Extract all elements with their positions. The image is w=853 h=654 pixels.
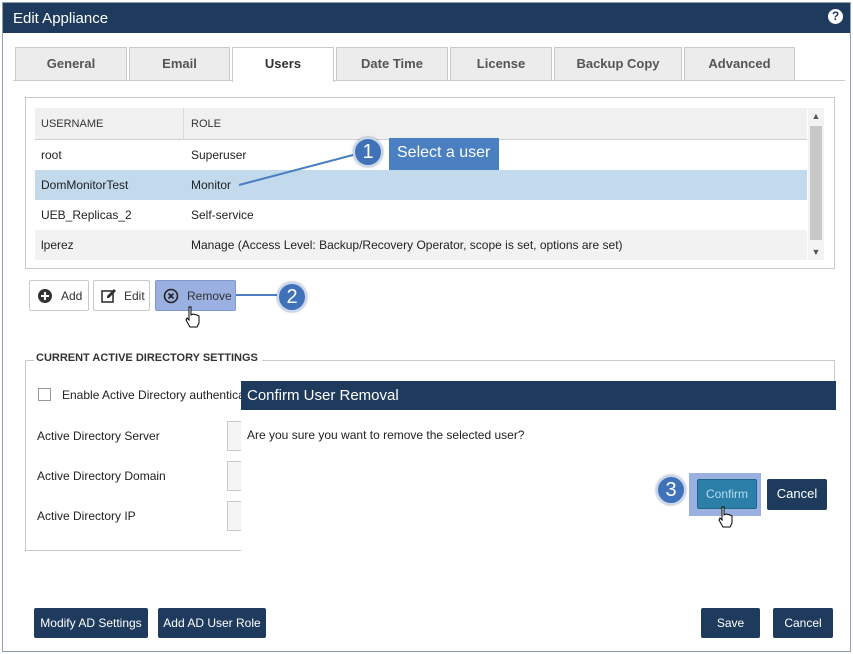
enable-ad-label: Enable Active Directory authentica [62, 388, 245, 402]
table-row-selected[interactable]: DomMonitorTest Monitor [35, 170, 807, 200]
remove-circle-icon [163, 288, 179, 304]
add-button-label: Add [61, 289, 83, 303]
callout-1-badge: 1 [353, 137, 383, 167]
tab-users[interactable]: Users [232, 47, 334, 82]
tab-date-time[interactable]: Date Time [336, 47, 448, 80]
edit-button[interactable]: Edit [93, 280, 150, 311]
dialog-message: Are you sure you want to remove the sele… [247, 428, 525, 442]
hand-cursor-icon [718, 506, 733, 528]
window-title: Edit Appliance [13, 10, 109, 27]
add-ad-user-role-button[interactable]: Add AD User Role [158, 608, 266, 638]
cell-role: Superuser [191, 148, 247, 162]
tab-advanced[interactable]: Advanced [684, 47, 795, 80]
scroll-up-icon[interactable]: ▲ [808, 108, 824, 124]
edit-button-label: Edit [124, 289, 145, 303]
ad-domain-label: Active Directory Domain [37, 469, 166, 483]
callout-1-label: Select a user [389, 138, 499, 170]
enable-ad-checkbox[interactable] [38, 388, 51, 401]
tab-general[interactable]: General [15, 47, 127, 80]
tab-strip: General Email Users Date Time License Ba… [13, 47, 845, 82]
cell-username: root [41, 148, 62, 162]
cell-role: Monitor [191, 178, 232, 192]
column-header-username[interactable]: USERNAME [41, 118, 103, 130]
callout-3-badge: 3 [656, 475, 686, 505]
cell-username: UEB_Replicas_2 [41, 208, 132, 222]
table-row[interactable]: UEB_Replicas_2 Self-service [35, 200, 807, 230]
ad-ip-label: Active Directory IP [37, 509, 136, 523]
title-bar: Edit Appliance ? [3, 3, 850, 33]
scroll-down-icon[interactable]: ▼ [808, 244, 824, 260]
cell-username: lperez [41, 238, 74, 252]
dialog-cancel-button[interactable]: Cancel [767, 479, 827, 510]
cancel-button[interactable]: Cancel [773, 608, 833, 638]
column-header-role[interactable]: ROLE [191, 118, 221, 130]
modify-ad-settings-button[interactable]: Modify AD Settings [34, 608, 148, 638]
tab-license[interactable]: License [450, 47, 552, 80]
plus-circle-icon [38, 289, 52, 303]
remove-button-label: Remove [187, 289, 232, 303]
callout-2-badge: 2 [277, 282, 307, 312]
confirm-removal-dialog: Confirm User Removal Are you sure you wa… [241, 381, 836, 551]
edit-icon [101, 289, 116, 303]
scroll-thumb[interactable] [810, 126, 822, 240]
tab-backup-copy[interactable]: Backup Copy [554, 47, 682, 80]
ad-settings-legend: CURRENT ACTIVE DIRECTORY SETTINGS [34, 352, 262, 364]
help-icon[interactable]: ? [828, 9, 843, 24]
save-button[interactable]: Save [701, 608, 760, 638]
tab-email[interactable]: Email [129, 47, 230, 80]
users-panel: USERNAME ROLE root Superuser DomMonitorT… [25, 97, 835, 269]
add-button[interactable]: Add [29, 280, 89, 311]
table-header: USERNAME ROLE [35, 108, 807, 140]
table-scrollbar[interactable]: ▲ ▼ [808, 108, 824, 260]
column-divider [183, 108, 184, 140]
ad-server-label: Active Directory Server [37, 429, 160, 443]
edit-appliance-window: Edit Appliance ? General Email Users Dat… [2, 2, 851, 652]
table-row[interactable]: lperez Manage (Access Level: Backup/Reco… [35, 230, 807, 260]
cell-username: DomMonitorTest [41, 178, 129, 192]
cell-role: Self-service [191, 208, 254, 222]
dialog-title: Confirm User Removal [241, 381, 836, 410]
hand-cursor-icon [185, 306, 200, 328]
cell-role: Manage (Access Level: Backup/Recovery Op… [191, 238, 623, 252]
